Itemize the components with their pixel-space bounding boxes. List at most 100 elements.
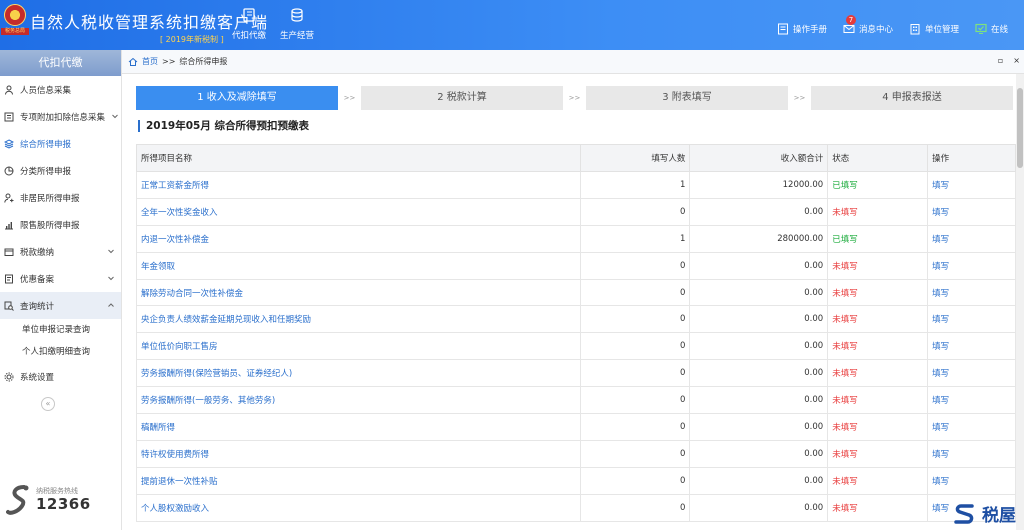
hotline-block: 纳税服务热线 12366: [6, 482, 116, 522]
sidebar-item-comprehensive[interactable]: 综合所得申报: [0, 130, 121, 157]
income-item-link[interactable]: 解除劳动合同一次性补偿金: [136, 278, 581, 307]
sidebar-item-label: 人员信息采集: [20, 85, 72, 96]
col-header-status: 状态: [827, 144, 929, 172]
vertical-scrollbar[interactable]: [1016, 74, 1024, 530]
step-separator: >>: [568, 94, 581, 102]
manual-button[interactable]: 操作手册: [777, 23, 827, 35]
sidebar-item-special-deduction[interactable]: 专项附加扣除信息采集: [0, 103, 121, 130]
manual-icon: [777, 23, 788, 35]
nav-business[interactable]: 生产经营: [273, 8, 321, 41]
status-text: 未填写: [827, 305, 929, 334]
filled-count: 0: [579, 305, 691, 334]
sidebar-item-nonresident[interactable]: 非居民所得申报: [0, 184, 121, 211]
breadcrumb-current: 综合所得申报: [179, 57, 228, 66]
fill-in-link[interactable]: 填写: [927, 439, 1016, 468]
table-row: 劳务报酬所得(保险营销员、证券经纪人) 0 0.00 未填写 填写: [136, 359, 1016, 388]
step-indicator: 1 收入及减除填写 >> 2 税款计算 >> 3 附表填写 >> 4 申报表报送: [136, 86, 1016, 110]
sidebar-item-label: 系统设置: [20, 372, 55, 383]
fill-in-link[interactable]: 填写: [927, 413, 1016, 441]
income-amount: 0.00: [689, 197, 829, 226]
nav-business-label: 生产经营: [279, 31, 314, 41]
restore-icon[interactable]: ▫: [998, 56, 1003, 65]
watermark-text: 税屋: [982, 506, 1016, 526]
sidebar-item-query-stats[interactable]: 查询统计: [0, 292, 121, 319]
message-badge: 7: [845, 15, 856, 25]
status-text: 已填写: [827, 224, 929, 253]
income-item-link[interactable]: 内退一次性补偿金: [136, 224, 581, 253]
step-separator: >>: [343, 94, 356, 102]
note-icon: [5, 274, 13, 283]
income-item-link[interactable]: 特许权使用费所得: [136, 439, 581, 468]
gear-icon: [4, 372, 14, 381]
sidebar-item-label: 综合所得申报: [20, 139, 72, 150]
scrollbar-thumb[interactable]: [1017, 88, 1023, 168]
chevron-down-icon: [108, 276, 114, 281]
sidebar-item-classified[interactable]: 分类所得申报: [0, 157, 121, 184]
income-item-link[interactable]: 全年一次性奖金收入: [136, 197, 581, 226]
table-row: 特许权使用费所得 0 0.00 未填写 填写: [136, 439, 1016, 468]
unit-management-button[interactable]: 单位管理: [909, 23, 959, 35]
col-header-action: 操作: [927, 144, 1016, 172]
table-row: 央企负责人绩效薪金延期兑现收入和任期奖励 0 0.00 未填写 填写: [136, 305, 1016, 334]
sidebar-item-preferential-filing[interactable]: 优惠备案: [0, 265, 121, 292]
fill-in-link[interactable]: 填写: [927, 332, 1016, 361]
fill-in-link[interactable]: 填写: [927, 224, 1016, 253]
income-item-link[interactable]: 劳务报酬所得(一般劳务、其他劳务): [136, 386, 581, 415]
income-item-link[interactable]: 稿酬所得: [136, 413, 581, 441]
step-submit[interactable]: 4 申报表报送: [811, 86, 1013, 110]
sidebar-title: 代扣代缴: [0, 50, 121, 76]
filled-count: 0: [579, 413, 691, 441]
income-item-link[interactable]: 提前退休一次性补贴: [136, 466, 581, 495]
fill-in-link[interactable]: 填写: [927, 359, 1016, 388]
step-tax-calc[interactable]: 2 税款计算: [361, 86, 563, 110]
filled-count: 1: [579, 224, 691, 253]
fill-in-link[interactable]: 填写: [927, 466, 1016, 495]
filled-count: 1: [579, 171, 691, 199]
sidebar-item-system-settings[interactable]: 系统设置: [0, 363, 121, 390]
user-plus-icon: [4, 193, 14, 203]
sidebar-item-personnel[interactable]: 人员信息采集: [0, 76, 121, 103]
income-item-link[interactable]: 央企负责人绩效薪金延期兑现收入和任期奖励: [136, 305, 581, 334]
online-status[interactable]: 在线: [975, 23, 1008, 35]
fill-in-link[interactable]: 填写: [927, 278, 1016, 307]
bar-chart-icon: [5, 221, 13, 229]
fill-in-link[interactable]: 填写: [927, 386, 1016, 415]
status-text: 未填写: [827, 466, 929, 495]
manual-label: 操作手册: [792, 25, 827, 35]
income-item-link[interactable]: 劳务报酬所得(保险营销员、证券经纪人): [136, 359, 581, 388]
sidebar-item-tax-payment[interactable]: 税款缴纳: [0, 238, 121, 265]
breadcrumb-separator: >>: [162, 57, 176, 66]
income-item-link[interactable]: 正常工资薪金所得: [136, 171, 581, 199]
fill-in-link[interactable]: 填写: [927, 197, 1016, 226]
table-row: 全年一次性奖金收入 0 0.00 未填写 填写: [136, 197, 1016, 226]
sidebar-item-label: 优惠备案: [20, 274, 55, 285]
sidebar-subitem-unit-records[interactable]: 单位申报记录查询: [0, 319, 121, 341]
filled-count: 0: [579, 278, 691, 307]
table-row: 正常工资薪金所得 1 12000.00 已填写 填写: [136, 171, 1016, 199]
fill-in-link[interactable]: 填写: [927, 171, 1016, 199]
status-text: 未填写: [827, 251, 929, 280]
sidebar-subitem-personal-details[interactable]: 个人扣缴明细查询: [0, 341, 121, 363]
income-item-link[interactable]: 年金领取: [136, 251, 581, 280]
step-income[interactable]: 1 收入及减除填写: [136, 86, 338, 110]
message-center-button[interactable]: 7 消息中心: [843, 15, 893, 35]
form-title: 2019年05月 综合所得预扣预缴表: [138, 120, 309, 132]
close-icon[interactable]: ×: [1013, 56, 1020, 65]
unit-management-label: 单位管理: [924, 25, 959, 35]
breadcrumb-home[interactable]: 首页: [142, 56, 158, 67]
sidebar-item-label: 限售股所得申报: [20, 220, 80, 231]
sidebar-item-label: 专项附加扣除信息采集: [20, 112, 106, 123]
table-row: 提前退休一次性补贴 0 0.00 未填写 填写: [136, 466, 1016, 495]
sidebar-collapse-button[interactable]: «: [41, 397, 55, 411]
step-attachments[interactable]: 3 附表填写: [586, 86, 788, 110]
nav-withholding[interactable]: 代扣代缴: [225, 8, 273, 41]
income-item-link[interactable]: 单位低价向职工售房: [136, 332, 581, 361]
col-header-amount: 收入额合计: [689, 144, 829, 172]
table-row: 稿酬所得 0 0.00 未填写 填写: [136, 413, 1016, 441]
fill-in-link[interactable]: 填写: [927, 305, 1016, 334]
status-text: 未填写: [827, 386, 929, 415]
fill-in-link[interactable]: 填写: [927, 251, 1016, 280]
query-icon: [4, 301, 14, 311]
income-item-link[interactable]: 个人股权激励收入: [136, 493, 581, 522]
sidebar-item-restricted-shares[interactable]: 限售股所得申报: [0, 211, 121, 238]
